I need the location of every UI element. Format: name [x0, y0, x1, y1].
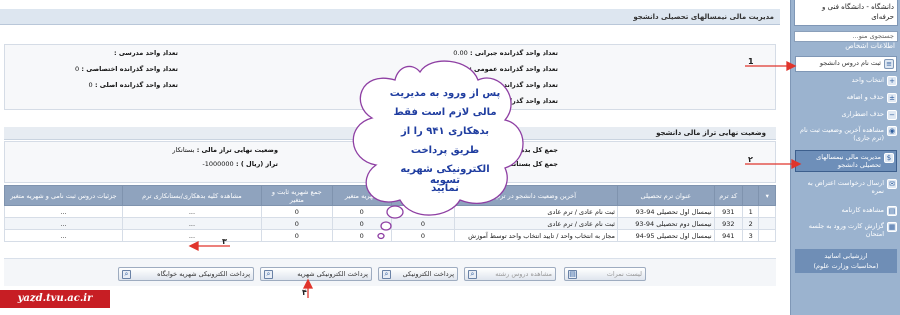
callout-line-6: نمایید — [431, 183, 459, 194]
cell-num: 1 — [741, 205, 760, 218]
finance-icon: $ — [884, 153, 894, 163]
table-row[interactable]: ... ... 0 0 0 مجاز به انتخاب واحد / تایی… — [4, 229, 776, 242]
view-field-courses-button[interactable]: مشاهده دروس رشته ⌕ — [464, 267, 556, 281]
list-grades-button[interactable]: لیست نمرات ▤ — [564, 267, 646, 281]
cell-total: 0 — [260, 217, 333, 230]
dropdown-icon: ▾ — [765, 191, 769, 200]
balance: تراز (ریال ) : 1000000- — [202, 160, 278, 168]
university-name: دانشگاه - دانشگاه فنی و حرفه‌ای — [822, 3, 894, 21]
teacher-evaluation-title: ارزشیابی اساتید — [824, 252, 868, 260]
cell-variable: 0 — [331, 229, 392, 242]
cell-variable: 0 — [331, 205, 392, 218]
marker-2: ۲ — [748, 155, 753, 164]
teacher-evaluation-subtitle: (محاسبات وزارت علوم) — [813, 262, 879, 270]
sidebar-item-add-drop[interactable]: ± حذف و اضافه — [795, 93, 897, 103]
objection-icon: ✉ — [887, 179, 897, 189]
site-watermark: yazd.tvu.ac.ir — [0, 290, 110, 308]
cell-select[interactable] — [758, 229, 776, 242]
header-variable-tuition[interactable]: شهریه متغیر — [331, 185, 392, 206]
table-row[interactable]: ... ... 0 0 0 ثبت نام عادی / ترم عادی نی… — [4, 217, 776, 230]
header-all-debts[interactable]: مشاهده کلیه بدهکاری/بستانکاری ترم — [121, 185, 262, 206]
sidebar-item-grade-objection[interactable]: ✉ ارسال درخواست اعتراض به نمره — [795, 179, 897, 195]
form-icon: ≡ — [884, 59, 894, 69]
tuition-payment-icon: ⌕ — [264, 269, 273, 279]
add-drop-icon: ± — [887, 93, 897, 103]
general-units: تعداد واحد گذرانده عمومی : 0 — [462, 65, 558, 73]
cell-fixed: 0 — [390, 205, 456, 218]
cell-all-debts[interactable]: ... — [121, 205, 262, 218]
main-units: تعداد واحد گذرانده اصلی : 0 — [88, 81, 178, 89]
cell-select[interactable] — [758, 217, 776, 230]
callout-line-3: بدهکاری ۹۴۱ را از — [400, 126, 490, 137]
callout-line-1: پس از ورود به مدیریت — [389, 88, 501, 99]
header-details[interactable]: جزئیات دروس ثبت نامی و شهریه متغیر — [4, 185, 123, 206]
header-row-number — [741, 185, 760, 206]
cell-details[interactable]: ... — [4, 205, 123, 218]
view-status-icon: ◉ — [887, 126, 897, 136]
cell-term: نیمسال اول تحصیلی 95-94 — [616, 229, 715, 242]
payment-icon: ⌕ — [382, 269, 391, 279]
cell-code: 931 — [713, 205, 743, 218]
compensatory-units: تعداد واحد گذرانده جبرانی : 0.00 — [453, 49, 558, 57]
cell-code: 932 — [713, 217, 743, 230]
cell-num: 2 — [741, 217, 760, 230]
sidebar-item-select-course[interactable]: + انتخاب واحد — [795, 76, 897, 86]
table-row[interactable]: ... ... 0 0 0 ثبت نام عادی / ترم عادی نی… — [4, 205, 776, 218]
marker-1: 1 — [748, 57, 754, 66]
cell-total: 0 — [260, 205, 333, 218]
cell-term: نیمسال دوم تحصیلی 94-93 — [616, 217, 715, 230]
electronic-payment-button[interactable]: پرداخت الکترونیکی ⌕ — [378, 267, 458, 281]
marker-4: ۴ — [302, 288, 307, 297]
sidebar-item-exam-card[interactable]: ▦ گزارش کارت ورود به جلسه امتحان — [795, 222, 897, 238]
cell-status: ثبت نام عادی / ترم عادی — [454, 217, 618, 230]
dorm-payment-icon: ⌕ — [122, 269, 131, 279]
cell-fixed: 0 — [390, 217, 456, 230]
school-units: تعداد واحد مدرسی : — [113, 49, 178, 57]
grades-icon: ▤ — [568, 269, 577, 279]
sidebar-item-emergency-drop[interactable]: − حذف اضطراری — [795, 110, 897, 120]
electronic-payment-tuition-button[interactable]: پرداخت الکترونیکی شهریه ⌕ — [260, 267, 372, 281]
action-button-bar: لیست نمرات ▤ مشاهده دروس رشته ⌕ پرداخت ا… — [4, 258, 776, 286]
page-title: مدیریت مالی نیمسالهای تحصیلی دانشجو — [0, 9, 780, 25]
sidebar-item-view-status[interactable]: ◉ مشاهده آخرین وضعیت ثبت نام (ترم جاری) — [795, 126, 897, 142]
courses-icon: ⌕ — [468, 269, 477, 279]
cell-num: 3 — [741, 229, 760, 242]
header-term-title[interactable]: عنوان ترم تحصیلی — [616, 185, 715, 206]
cell-all-debts[interactable]: ... — [121, 229, 262, 242]
header-term-code[interactable]: کد ترم — [713, 185, 743, 206]
callout-line-4: طریق پرداخت — [410, 145, 480, 156]
select-course-icon: + — [887, 76, 897, 86]
marker-3: ۳ — [222, 237, 227, 246]
cell-details[interactable]: ... — [4, 217, 123, 230]
cell-status: مجاز به انتخاب واحد / تایید انتخاب واحد … — [454, 229, 618, 242]
cell-status: ثبت نام عادی / ترم عادی — [454, 205, 618, 218]
header-select[interactable]: ▾ — [758, 185, 776, 206]
teacher-evaluation-block[interactable]: ارزشیابی اساتید (محاسبات وزارت علوم) — [795, 249, 897, 273]
callout-line-2: مالی لازم است فقط — [393, 107, 497, 118]
cell-details[interactable]: ... — [4, 229, 123, 242]
specialized-units: تعداد واحد گذرانده اختصاصی : 0 — [75, 65, 178, 73]
emergency-drop-icon: − — [887, 110, 897, 120]
personal-info-link[interactable]: اطلاعات اشخاص — [797, 42, 895, 50]
electronic-payment-dorm-button[interactable]: پرداخت الکترونیکی شهریه خوابگاه ⌕ — [118, 267, 254, 281]
transcript-icon: ▤ — [887, 206, 897, 216]
menu-search-input[interactable]: جستجوی منو... — [794, 31, 898, 42]
sidebar: دانشگاه - دانشگاه فنی و حرفه‌ای جستجوی م… — [790, 0, 900, 315]
balance-status: وضعیت نهایی تراز مالی : بستانکار — [172, 146, 278, 154]
cell-variable: 0 — [331, 217, 392, 230]
sidebar-item-transcript[interactable]: ▤ مشاهده کارنامه — [795, 206, 897, 216]
cell-select[interactable] — [758, 205, 776, 218]
cell-fixed: 0 — [390, 229, 456, 242]
cell-code: 941 — [713, 229, 743, 242]
university-box: دانشگاه - دانشگاه فنی و حرفه‌ای — [794, 0, 898, 26]
cell-term: نیمسال اول تحصیلی 94-93 — [616, 205, 715, 218]
sidebar-item-financial-management[interactable]: $ مدیریت مالی نیمسالهای تحصیلی دانشجو — [795, 150, 897, 172]
sidebar-item-course-registration[interactable]: ≡ ثبت نام دروس دانشجو — [795, 56, 897, 72]
exam-card-icon: ▦ — [887, 222, 897, 232]
header-total-tuition[interactable]: جمع شهریه ثابت و متغیر — [260, 185, 333, 206]
cell-total: 0 — [260, 229, 333, 242]
cell-all-debts[interactable]: ... — [121, 217, 262, 230]
